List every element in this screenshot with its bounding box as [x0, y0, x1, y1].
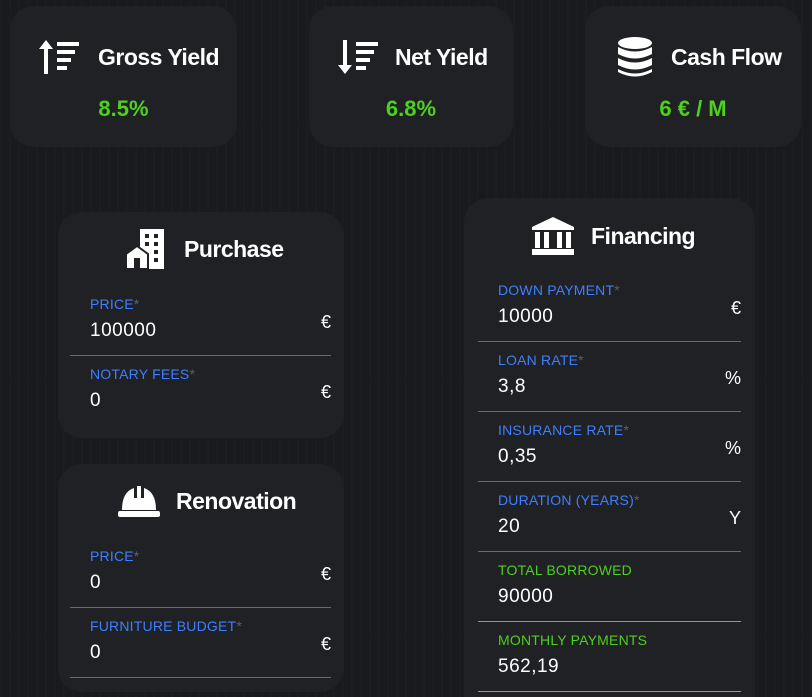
total-borrowed-field: TOTAL BORROWED 90000 [478, 552, 741, 622]
gross-yield-header: Gross Yield [38, 38, 220, 76]
down-payment-unit: € [730, 298, 741, 318]
hard-hat-icon [118, 484, 160, 518]
cash-flow-card: Cash Flow 6 € / M [585, 6, 801, 147]
purchase-card: Purchase PRICE* 100000 € NOTARY FEES* 0 … [58, 212, 344, 438]
net-yield-label: Net Yield [395, 43, 488, 70]
duration-unit: Y [728, 508, 741, 528]
loan-rate-label: LOAN RATE* [498, 352, 584, 368]
gross-yield-value: 8.5% [98, 96, 149, 121]
furniture-budget-input[interactable]: 0 [90, 642, 101, 664]
down-payment-input[interactable]: 10000 [498, 306, 553, 328]
renovation-price-unit: € [320, 564, 331, 584]
financing-title: Financing [591, 222, 696, 249]
purchase-price-label: PRICE* [90, 296, 140, 312]
cash-flow-value: 6 € / M [659, 96, 727, 121]
financing-card: Financing DOWN PAYMENT* 10000 € LOAN RAT… [464, 198, 755, 697]
insurance-rate-label: INSURANCE RATE* [498, 422, 630, 438]
duration-label: DURATION (YEARS)* [498, 492, 640, 508]
renovation-title: Renovation [176, 487, 297, 514]
furniture-budget-label: FURNITURE BUDGET* [90, 618, 242, 634]
total-borrowed-value: 90000 [498, 586, 554, 607]
renovation-price-label: PRICE* [90, 548, 140, 564]
loan-rate-unit: % [724, 368, 741, 388]
insurance-rate-field[interactable]: INSURANCE RATE* 0,35 % [478, 412, 741, 482]
notary-fees-field[interactable]: NOTARY FEES* 0 € [70, 356, 331, 426]
insurance-rate-input[interactable]: 0,35 [498, 446, 537, 468]
sort-amount-down-icon [337, 38, 381, 76]
purchase-price-input[interactable]: 100000 [90, 320, 156, 342]
renovation-price-input[interactable]: 0 [90, 572, 101, 594]
purchase-price-field[interactable]: PRICE* 100000 € [70, 286, 331, 356]
notary-fees-label: NOTARY FEES* [90, 366, 196, 382]
total-borrowed-label: TOTAL BORROWED [498, 562, 632, 578]
gross-yield-card: Gross Yield 8.5% [10, 6, 237, 147]
furniture-budget-unit: € [320, 634, 331, 654]
renovation-card: Renovation PRICE* 0 € FURNITURE BUDGET* … [58, 464, 344, 692]
cash-flow-label: Cash Flow [671, 43, 782, 70]
purchase-price-unit: € [320, 312, 331, 332]
duration-input[interactable]: 20 [498, 516, 520, 538]
gross-yield-label: Gross Yield [98, 43, 220, 70]
financing-header: Financing [531, 216, 696, 256]
bank-icon [531, 216, 575, 256]
purchase-title: Purchase [184, 235, 284, 262]
renovation-header: Renovation [118, 484, 297, 518]
purchase-header: Purchase [126, 228, 284, 270]
building-icon [126, 228, 166, 270]
net-yield-header: Net Yield [337, 38, 488, 76]
cash-flow-header: Cash Flow [617, 36, 782, 78]
down-payment-field[interactable]: DOWN PAYMENT* 10000 € [478, 272, 741, 342]
renovation-price-field[interactable]: PRICE* 0 € [70, 538, 331, 608]
net-yield-card: Net Yield 6.8% [309, 6, 513, 147]
loan-rate-input[interactable]: 3,8 [498, 376, 526, 398]
sort-amount-up-icon [38, 38, 82, 76]
net-yield-value: 6.8% [385, 96, 437, 121]
monthly-payments-field: MONTHLY PAYMENTS 562,19 [478, 622, 741, 692]
insurance-rate-unit: % [724, 438, 741, 458]
monthly-payments-value: 562,19 [498, 656, 560, 677]
loan-rate-field[interactable]: LOAN RATE* 3,8 % [478, 342, 741, 412]
monthly-payments-label: MONTHLY PAYMENTS [498, 632, 648, 648]
duration-field[interactable]: DURATION (YEARS)* 20 Y [478, 482, 741, 552]
database-icon [617, 36, 653, 78]
down-payment-label: DOWN PAYMENT* [498, 282, 620, 298]
notary-fees-unit: € [320, 382, 331, 402]
notary-fees-input[interactable]: 0 [90, 390, 101, 412]
furniture-budget-field[interactable]: FURNITURE BUDGET* 0 € [70, 608, 331, 678]
